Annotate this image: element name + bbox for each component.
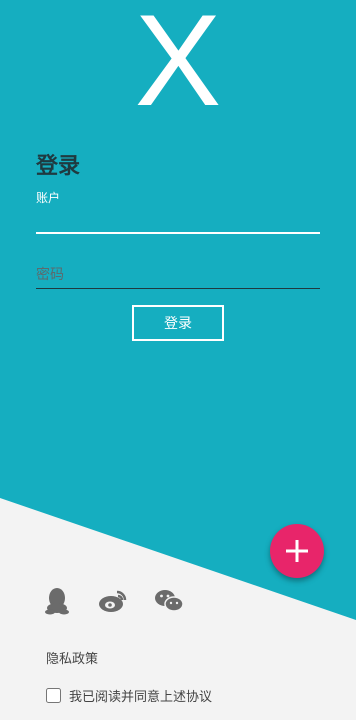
weibo-icon xyxy=(99,590,127,612)
privacy-policy-link[interactable]: 隐私政策 xyxy=(46,648,98,667)
login-title: 登录 xyxy=(36,154,81,179)
qq-icon xyxy=(45,588,69,615)
app-logo: X xyxy=(134,0,222,133)
agreement-label: 我已阅读并同意上述协议 xyxy=(69,690,213,705)
agreement-row[interactable]: 我已阅读并同意上述协议 xyxy=(46,686,212,705)
account-input[interactable] xyxy=(36,202,320,234)
login-button[interactable]: 登录 xyxy=(132,305,224,341)
wechat-icon xyxy=(155,590,184,612)
password-input[interactable] xyxy=(36,262,320,289)
weibo-login-button[interactable] xyxy=(96,586,130,616)
agreement-checkbox[interactable] xyxy=(46,688,61,703)
login-screen: X 登录 账户 登录 隐私政策 我已阅读并同意上述协议 xyxy=(0,0,356,720)
wechat-login-button[interactable] xyxy=(152,586,186,616)
plus-icon xyxy=(286,540,308,562)
qq-login-button[interactable] xyxy=(40,586,74,616)
add-button[interactable] xyxy=(270,524,324,578)
